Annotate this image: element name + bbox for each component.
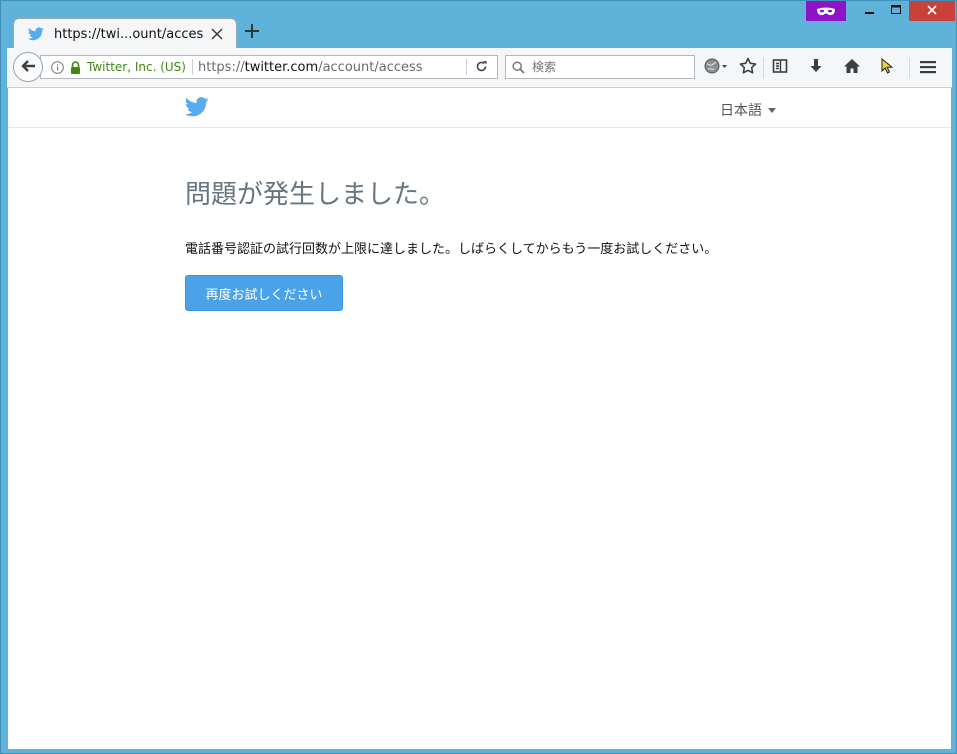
hamburger-menu-icon (920, 59, 936, 78)
close-window-button[interactable] (909, 1, 955, 21)
new-tab-button[interactable] (241, 21, 263, 43)
retry-button[interactable]: 再度お試しください (185, 275, 343, 311)
twitter-header: 日本語 (8, 88, 951, 128)
bookmark-star-button[interactable] (737, 57, 759, 79)
info-icon[interactable] (51, 60, 65, 74)
cursor-addon-button[interactable] (876, 57, 898, 79)
url-text[interactable]: https://twitter.com/account/access (198, 60, 466, 75)
star-icon (739, 57, 757, 79)
minimize-icon (865, 4, 875, 18)
twitter-bird-icon (28, 26, 46, 42)
browser-window: https://twi...ount/access Twitter, Inc. … (0, 0, 957, 754)
search-engine-button[interactable] (701, 57, 731, 79)
language-label: 日本語 (720, 103, 762, 119)
toolbar-separator-2 (909, 58, 910, 78)
globe-icon (704, 58, 728, 78)
tab-title: https://twi...ount/access (54, 26, 204, 42)
site-identity-label[interactable]: Twitter, Inc. (US) (87, 60, 186, 74)
maximize-icon (891, 4, 901, 18)
reload-icon (475, 58, 488, 77)
twitter-logo-icon[interactable] (185, 97, 209, 117)
downloads-button[interactable] (805, 57, 827, 79)
minimize-button[interactable] (857, 1, 883, 21)
url-bar[interactable]: Twitter, Inc. (US) https://twitter.com/a… (40, 55, 498, 79)
search-icon (512, 60, 526, 74)
download-icon (808, 58, 824, 78)
close-icon (927, 4, 937, 18)
browser-tab[interactable]: https://twi...ount/access (13, 18, 237, 49)
private-browsing-badge (806, 1, 846, 21)
reading-list-icon (772, 58, 788, 78)
search-input[interactable] (530, 59, 694, 75)
tab-close-icon[interactable] (210, 27, 224, 41)
page-content: 日本語 問題が発生しました。 電話番号認証の試行回数が上限に達しました。しばらく… (8, 88, 951, 749)
language-selector[interactable]: 日本語 (720, 100, 776, 120)
private-mask-icon (816, 2, 836, 21)
reload-button[interactable] (467, 56, 497, 78)
search-bar[interactable] (505, 55, 695, 79)
maximize-button[interactable] (883, 1, 909, 21)
page-heading: 問題が発生しました。 (185, 180, 446, 210)
url-host: twitter.com (244, 59, 319, 75)
url-prefix: https:// (197, 59, 245, 75)
back-button[interactable] (13, 52, 43, 82)
plus-icon (245, 23, 259, 42)
url-path: /account/access (318, 59, 423, 75)
home-icon (843, 58, 861, 78)
home-button[interactable] (841, 57, 863, 79)
caret-down-icon (768, 107, 776, 113)
navigation-toolbar: Twitter, Inc. (US) https://twitter.com/a… (7, 48, 952, 88)
lock-icon (70, 60, 82, 74)
menu-button[interactable] (917, 57, 939, 79)
toolbar-separator (763, 58, 764, 78)
reading-list-button[interactable] (769, 57, 791, 79)
error-message: 電話番号認証の試行回数が上限に達しました。しばらくしてからもう一度お試しください… (185, 242, 718, 257)
cursor-icon (880, 57, 894, 78)
back-arrow-icon (20, 58, 36, 77)
url-separator (191, 59, 193, 75)
